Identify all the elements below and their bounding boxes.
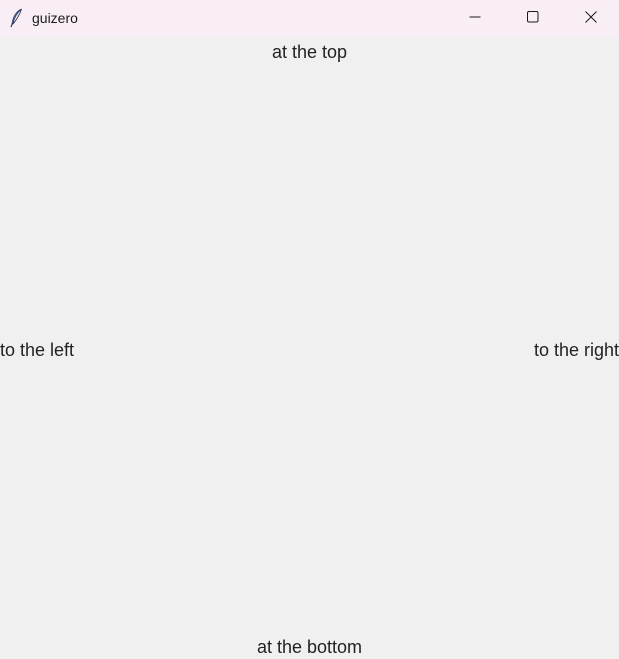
label-left: to the left (0, 340, 75, 360)
window-content: at the top to the left to the right at t… (0, 37, 619, 659)
minimize-icon (469, 10, 481, 28)
label-right: to the right (533, 340, 619, 360)
feather-icon (9, 8, 23, 28)
minimize-button[interactable] (446, 0, 504, 37)
maximize-button[interactable] (504, 0, 562, 37)
label-bottom: at the bottom (256, 637, 363, 657)
close-button[interactable] (562, 0, 619, 37)
maximize-icon (527, 10, 539, 28)
title-bar[interactable]: guizero (0, 0, 619, 37)
label-top: at the top (271, 42, 348, 62)
close-icon (585, 10, 597, 28)
window-title: guizero (32, 10, 78, 26)
app-window: guizero at the top to the left to the ri… (0, 0, 619, 659)
